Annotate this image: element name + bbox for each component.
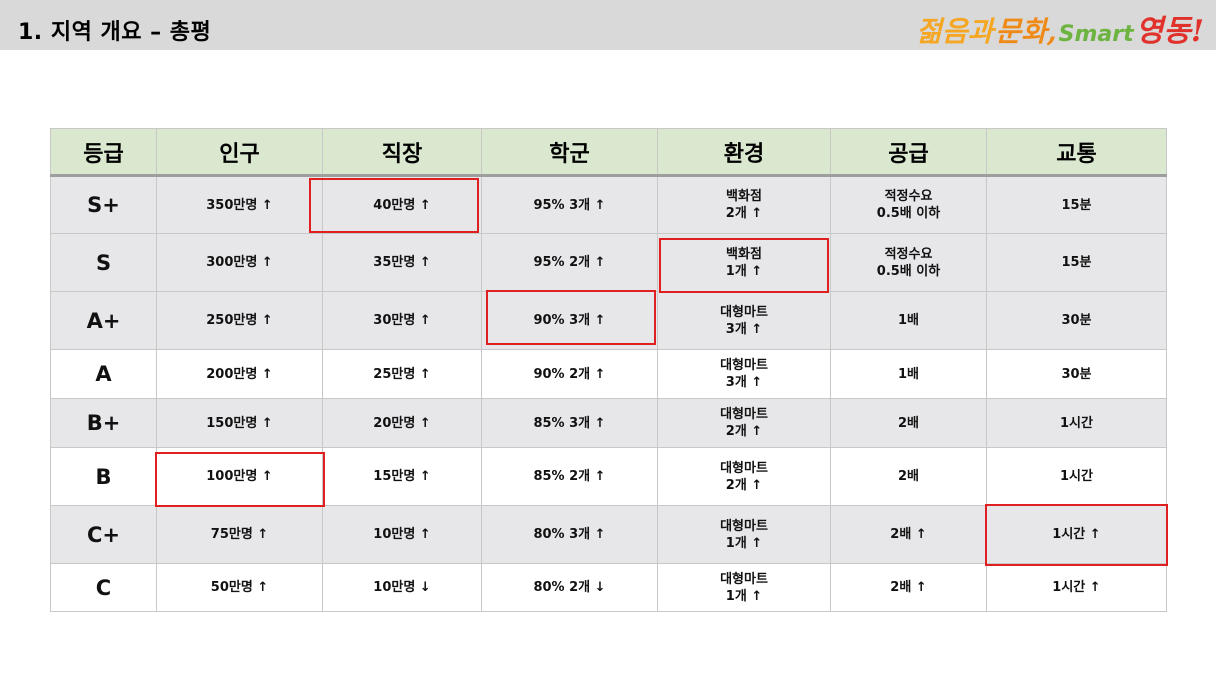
population-cell: 75만명 ↑	[156, 505, 323, 564]
school-cell: 90% 3개 ↑	[481, 291, 658, 350]
page-title: 1. 지역 개요 – 총평	[18, 20, 212, 45]
table-row: S 300만명 ↑ 35만명 ↑ 95% 2개 ↑ 백화점 1개 ↑ 적정수요 …	[50, 233, 1167, 292]
column-header-transport: 교통	[986, 128, 1167, 177]
table-row: A+ 250만명 ↑ 30만명 ↑ 90% 3개 ↑ 대형마트 3개 ↑ 1배 …	[50, 291, 1167, 350]
table-row: A 200만명 ↑ 25만명 ↑ 90% 2개 ↑ 대형마트 3개 ↑ 1배 3…	[50, 349, 1167, 399]
grade-cell: C	[50, 563, 157, 612]
grade-cell: C+	[50, 505, 157, 564]
slogan-logo: 젊음과 문화, Smart 영동!	[916, 6, 1204, 50]
environment-cell: 대형마트 3개 ↑	[657, 349, 831, 399]
grade-cell: S+	[50, 175, 157, 234]
environment-cell: 대형마트 3개 ↑	[657, 291, 831, 350]
supply-cell: 1배	[830, 349, 987, 399]
supply-cell: 2배 ↑	[830, 563, 987, 612]
logo-text-3: Smart	[1058, 22, 1134, 47]
school-cell: 80% 2개 ↓	[481, 563, 658, 612]
environment-cell: 대형마트 1개 ↑	[657, 563, 831, 612]
grade-cell: B+	[50, 398, 157, 448]
jobs-cell: 10만명 ↓	[322, 563, 482, 612]
transport-cell: 1시간 ↑	[986, 563, 1167, 612]
jobs-cell: 40만명 ↑	[322, 175, 482, 234]
school-cell: 90% 2개 ↑	[481, 349, 658, 399]
logo-text-4: 영동!	[1135, 14, 1204, 49]
transport-cell: 15분	[986, 175, 1167, 234]
column-header-grade: 등급	[50, 128, 157, 177]
jobs-cell: 10만명 ↑	[322, 505, 482, 564]
logo-text-2: 문화,	[995, 15, 1057, 48]
population-cell: 150만명 ↑	[156, 398, 323, 448]
population-cell: 200만명 ↑	[156, 349, 323, 399]
column-header-supply: 공급	[830, 128, 987, 177]
population-cell: 350만명 ↑	[156, 175, 323, 234]
transport-cell: 1시간	[986, 398, 1167, 448]
school-cell: 80% 3개 ↑	[481, 505, 658, 564]
table-row: B 100만명 ↑ 15만명 ↑ 85% 2개 ↑ 대형마트 2개 ↑ 2배 1…	[50, 447, 1167, 506]
school-cell: 95% 3개 ↑	[481, 175, 658, 234]
table-header-row: 등급 인구 직장 학군 환경 공급 교통	[50, 128, 1167, 177]
jobs-cell: 20만명 ↑	[322, 398, 482, 448]
logo-text-1: 젊음과	[916, 15, 994, 48]
school-cell: 95% 2개 ↑	[481, 233, 658, 292]
table-row: C+ 75만명 ↑ 10만명 ↑ 80% 3개 ↑ 대형마트 1개 ↑ 2배 ↑…	[50, 505, 1167, 564]
transport-cell: 1시간	[986, 447, 1167, 506]
grade-cell: S	[50, 233, 157, 292]
transport-cell: 30분	[986, 291, 1167, 350]
population-cell: 100만명 ↑	[156, 447, 323, 506]
population-cell: 250만명 ↑	[156, 291, 323, 350]
supply-cell: 2배	[830, 447, 987, 506]
grade-cell: B	[50, 447, 157, 506]
population-cell: 300만명 ↑	[156, 233, 323, 292]
school-cell: 85% 3개 ↑	[481, 398, 658, 448]
grade-cell: A+	[50, 291, 157, 350]
environment-cell: 백화점 1개 ↑	[657, 233, 831, 292]
column-header-population: 인구	[156, 128, 323, 177]
table-row: C 50만명 ↑ 10만명 ↓ 80% 2개 ↓ 대형마트 1개 ↑ 2배 ↑ …	[50, 563, 1167, 612]
column-header-jobs: 직장	[322, 128, 482, 177]
grade-criteria-table: 등급 인구 직장 학군 환경 공급 교통 S+ 350만명 ↑ 40만명 ↑ 9…	[50, 128, 1167, 612]
jobs-cell: 30만명 ↑	[322, 291, 482, 350]
supply-cell: 적정수요 0.5배 이하	[830, 175, 987, 234]
environment-cell: 대형마트 2개 ↑	[657, 447, 831, 506]
supply-cell: 2배 ↑	[830, 505, 987, 564]
supply-cell: 2배	[830, 398, 987, 448]
transport-cell: 1시간 ↑	[986, 505, 1167, 564]
jobs-cell: 25만명 ↑	[322, 349, 482, 399]
transport-cell: 30분	[986, 349, 1167, 399]
school-cell: 85% 2개 ↑	[481, 447, 658, 506]
grade-cell: A	[50, 349, 157, 399]
jobs-cell: 35만명 ↑	[322, 233, 482, 292]
population-cell: 50만명 ↑	[156, 563, 323, 612]
supply-cell: 적정수요 0.5배 이하	[830, 233, 987, 292]
environment-cell: 대형마트 1개 ↑	[657, 505, 831, 564]
table-row: S+ 350만명 ↑ 40만명 ↑ 95% 3개 ↑ 백화점 2개 ↑ 적정수요…	[50, 175, 1167, 234]
environment-cell: 대형마트 2개 ↑	[657, 398, 831, 448]
column-header-school: 학군	[481, 128, 658, 177]
supply-cell: 1배	[830, 291, 987, 350]
column-header-environment: 환경	[657, 128, 831, 177]
environment-cell: 백화점 2개 ↑	[657, 175, 831, 234]
transport-cell: 15분	[986, 233, 1167, 292]
jobs-cell: 15만명 ↑	[322, 447, 482, 506]
table-row: B+ 150만명 ↑ 20만명 ↑ 85% 3개 ↑ 대형마트 2개 ↑ 2배 …	[50, 398, 1167, 448]
